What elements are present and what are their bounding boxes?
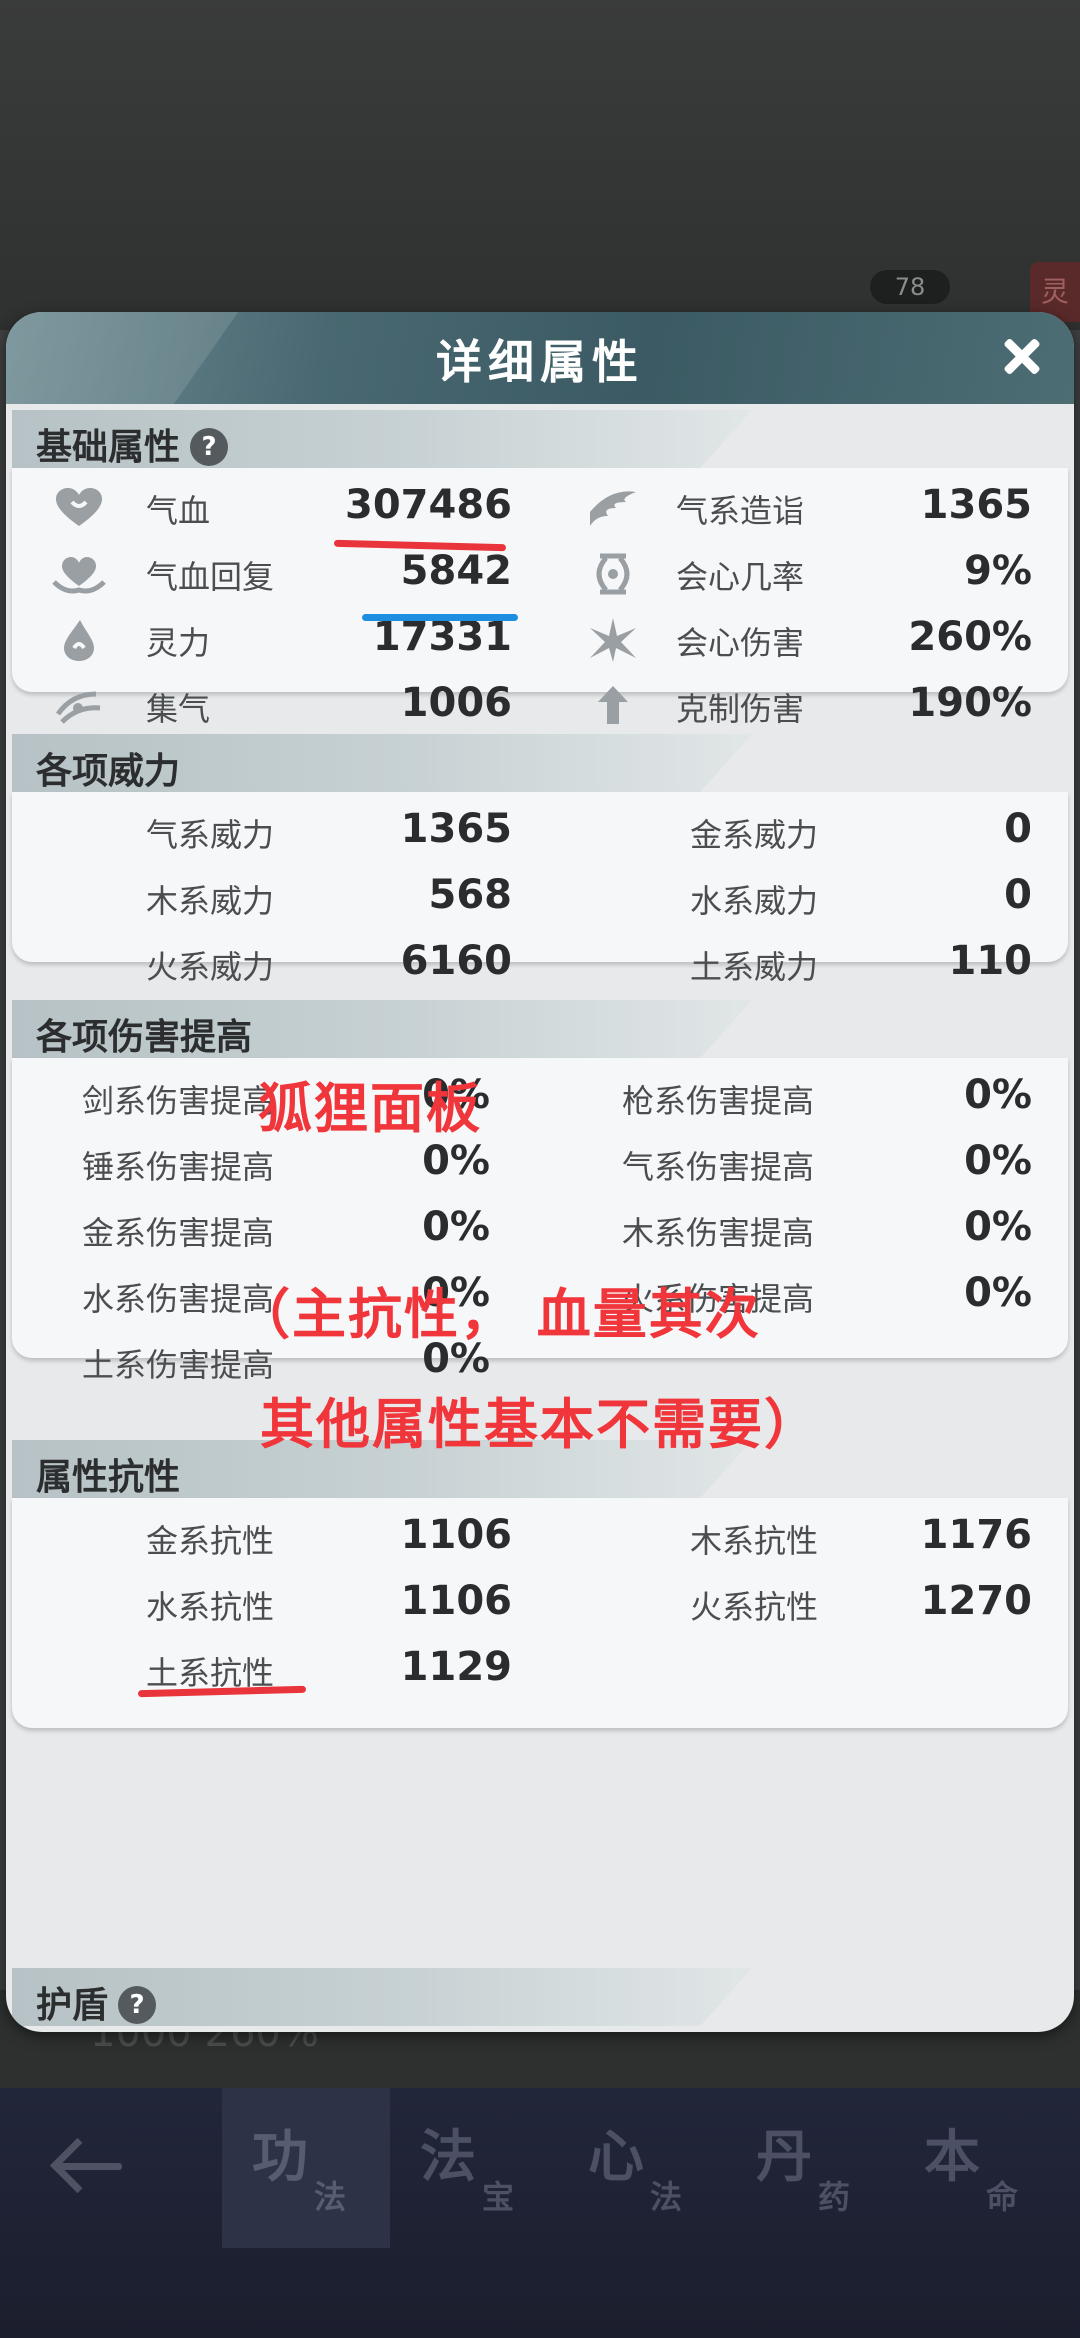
section-body: 气血 307486 气血回复 5842 灵力 17331 集气 1006 气系造…: [12, 468, 1068, 728]
crit-damage-icon: [590, 618, 636, 662]
attr-label: 集气: [146, 690, 211, 728]
back-arrow-icon[interactable]: [48, 2136, 128, 2196]
spirit-drop-icon: [64, 620, 94, 661]
attr-row: 金系抗性 1106: [146, 1512, 512, 1560]
counter-arrow-icon: [598, 686, 628, 724]
help-icon[interactable]: ?: [190, 428, 229, 466]
attr-row: 气系伤害提高 0%: [622, 1138, 1032, 1186]
attr-row: 气系造诣 1365: [586, 478, 1032, 538]
section-header: 各项伤害提高: [12, 1000, 1068, 1058]
nav-tab-danyao[interactable]: 丹 药: [726, 2088, 894, 2248]
attr-value: 260%: [908, 614, 1032, 660]
section-header: 护盾?: [12, 1968, 1068, 2026]
attr-row: 克制伤害 190%: [586, 676, 1032, 736]
attr-row: 集气 1006: [52, 676, 512, 736]
attr-row: 火系抗性 1270: [690, 1578, 1032, 1626]
panel-title: 详细属性: [436, 335, 644, 389]
heart-icon: [56, 488, 102, 526]
attr-row: 锤系伤害提高 0%: [82, 1138, 490, 1186]
attr-value: 1365: [920, 482, 1032, 528]
panel-body: 基础属性? 气血 307486 气血回复 5842 灵力 17331 集气 10…: [6, 404, 1074, 2032]
annotation-line-1: （主抗性， 血量其次: [236, 1283, 761, 1346]
attr-value: 307486: [345, 482, 512, 528]
attr-row: 气系威力 1365: [146, 806, 512, 854]
attr-row: 会心伤害 260%: [586, 610, 1032, 670]
detail-attributes-panel: 详细属性 基础属性? 气血 307486 气血回复 5842 灵力 17331 …: [6, 312, 1074, 2032]
section-guard: 护盾?: [12, 1968, 1068, 2026]
attr-row: 木系伤害提高 0%: [622, 1204, 1032, 1252]
section-header: 基础属性?: [12, 410, 1068, 468]
section-header: 各项威力: [12, 734, 1068, 792]
attr-row: 水系抗性 1106: [146, 1578, 512, 1626]
attr-row: 气血回复 5842: [52, 544, 512, 604]
section-resist: 属性抗性 金系抗性 1106 水系抗性 1106 土系抗性 1129 木系抗性 1176…: [12, 1440, 1068, 1728]
help-icon[interactable]: ?: [118, 1986, 157, 2024]
heart-recover-icon: [52, 557, 106, 594]
section-title: 属性抗性: [36, 1457, 181, 1498]
attr-row: 木系抗性 1176: [690, 1512, 1032, 1560]
attr-row: 会心几率 9%: [586, 544, 1032, 604]
section-title: 各项伤害提高: [36, 1017, 253, 1058]
nav-tab-xinfa[interactable]: 心 法: [558, 2088, 726, 2248]
attr-label: 克制伤害: [676, 690, 805, 728]
panel-header: 详细属性: [6, 312, 1074, 404]
section-basic: 基础属性? 气血 307486 气血回复 5842 灵力 17331 集气 10…: [12, 410, 1068, 728]
attr-label: 气系造诣: [676, 492, 805, 530]
nav-tab-gongfa[interactable]: 功 法: [222, 2088, 390, 2248]
annotation-underline-hp-regen: [362, 614, 518, 621]
level-badge: 78: [870, 270, 950, 304]
attr-row: 气血 307486: [52, 478, 512, 538]
attr-label: 气血回复: [146, 558, 275, 596]
attr-row: 火系威力 6160: [146, 938, 512, 986]
section-title: 各项威力: [36, 751, 181, 792]
swirl-icon: [55, 691, 101, 724]
attr-row: 枪系伤害提高 0%: [622, 1072, 1032, 1120]
attr-row: 水系威力 0: [690, 872, 1032, 920]
close-icon[interactable]: [992, 326, 1052, 386]
nav-tab-fabao[interactable]: 法 宝: [390, 2088, 558, 2248]
section-power: 各项威力 气系威力 1365 木系威力 568 火系威力 6160 金系威力 0 水系威…: [12, 734, 1068, 986]
attr-label: 灵力: [146, 624, 211, 662]
attr-row: 土系威力 110: [690, 938, 1032, 986]
attr-value: 9%: [964, 548, 1032, 594]
attr-label: 会心伤害: [676, 624, 805, 662]
annotation-line-2: 其他属性基本不需要）: [260, 1393, 820, 1456]
attr-row: 金系威力 0: [690, 806, 1032, 854]
section-title: 护盾?: [36, 1976, 157, 2028]
nav-tab-benming[interactable]: 本 命: [894, 2088, 1062, 2248]
attr-label: 气血: [146, 492, 211, 530]
annotation-panel-note: 狐狸面板: [258, 1077, 482, 1140]
attr-label: 会心几率: [676, 558, 805, 596]
attr-value: 190%: [908, 680, 1032, 726]
section-body: 气系威力 1365 木系威力 568 火系威力 6160 金系威力 0 水系威力 0 土系…: [12, 792, 1068, 986]
attr-row: 木系威力 568: [146, 872, 512, 920]
qi-wing-icon: [590, 491, 636, 526]
attr-row: 金系伤害提高 0%: [82, 1204, 490, 1252]
attr-value: 5842: [400, 548, 512, 594]
crit-rate-icon: [596, 553, 630, 595]
section-title: 基础属性?: [36, 418, 229, 470]
attr-value: 1006: [400, 680, 512, 726]
